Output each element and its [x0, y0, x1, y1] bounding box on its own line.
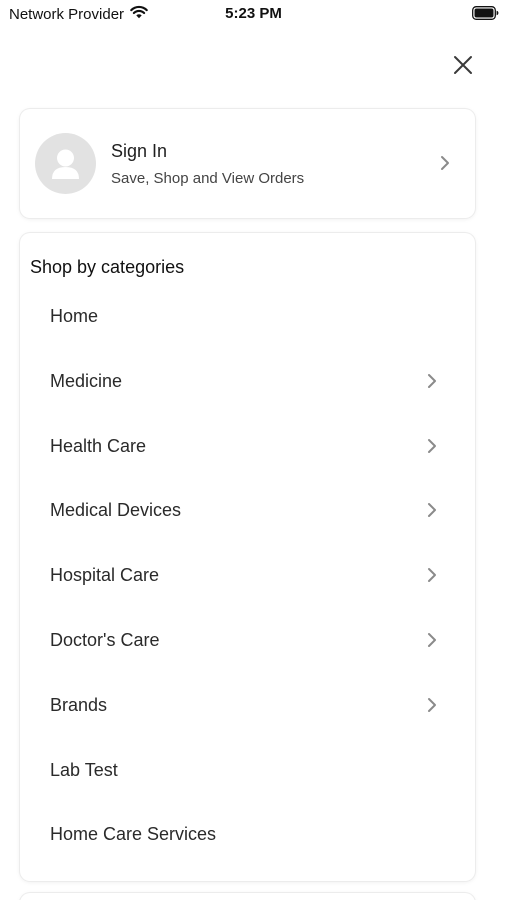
- close-button[interactable]: [448, 50, 478, 80]
- chevron-right-icon: [438, 154, 452, 172]
- category-item-home[interactable]: Home: [20, 284, 475, 349]
- category-label: Home: [50, 306, 99, 326]
- category-item-hospital-care[interactable]: Hospital Care: [20, 543, 475, 608]
- category-item-medical-devices[interactable]: Medical Devices: [20, 478, 475, 543]
- status-bar: Network Provider 5:23 PM: [0, 0, 507, 28]
- category-label: Lab Test: [50, 759, 118, 780]
- sign-in-card[interactable]: Sign In Save, Shop and View Orders: [20, 109, 475, 218]
- category-item-lab-test[interactable]: Lab Test: [20, 738, 475, 803]
- category-item-health-care[interactable]: Health Care: [20, 414, 475, 479]
- close-icon: [454, 56, 472, 74]
- battery-icon: [472, 6, 499, 24]
- category-item-doctor-s-care[interactable]: Doctor's Care: [20, 608, 475, 673]
- next-card: [20, 893, 475, 900]
- category-label: Health Care: [50, 435, 147, 456]
- category-label: Medical Devices: [50, 500, 182, 521]
- navigation-drawer: Network Provider 5:23 PM Sign In Save, S…: [0, 0, 507, 900]
- category-label: Medicine: [50, 370, 123, 391]
- user-avatar-icon: [35, 133, 96, 194]
- categories-heading: Shop by categories: [30, 257, 185, 277]
- category-item-home-care-services[interactable]: Home Care Services: [20, 802, 475, 867]
- chevron-right-icon: [425, 372, 439, 390]
- chevron-right-icon: [425, 437, 439, 455]
- category-list: Home Medicine Health Care Medical Devices Ho…: [20, 284, 475, 867]
- category-label: Brands: [50, 694, 108, 715]
- category-item-brands[interactable]: Brands: [20, 673, 475, 738]
- sign-in-title: Sign In: [111, 141, 168, 161]
- categories-card: Shop by categories Home Medicine Health Ca…: [20, 233, 475, 881]
- chevron-right-icon: [425, 631, 439, 649]
- status-time: 5:23 PM: [225, 5, 282, 22]
- category-label: Home Care Services: [50, 824, 217, 845]
- category-item-medicine[interactable]: Medicine: [20, 349, 475, 414]
- category-label: Hospital Care: [50, 565, 160, 586]
- chevron-right-icon: [425, 566, 439, 584]
- chevron-right-icon: [425, 696, 439, 714]
- sign-in-subtitle: Save, Shop and View Orders: [111, 170, 305, 187]
- category-label: Doctor's Care: [50, 629, 160, 650]
- chevron-right-icon: [425, 501, 439, 519]
